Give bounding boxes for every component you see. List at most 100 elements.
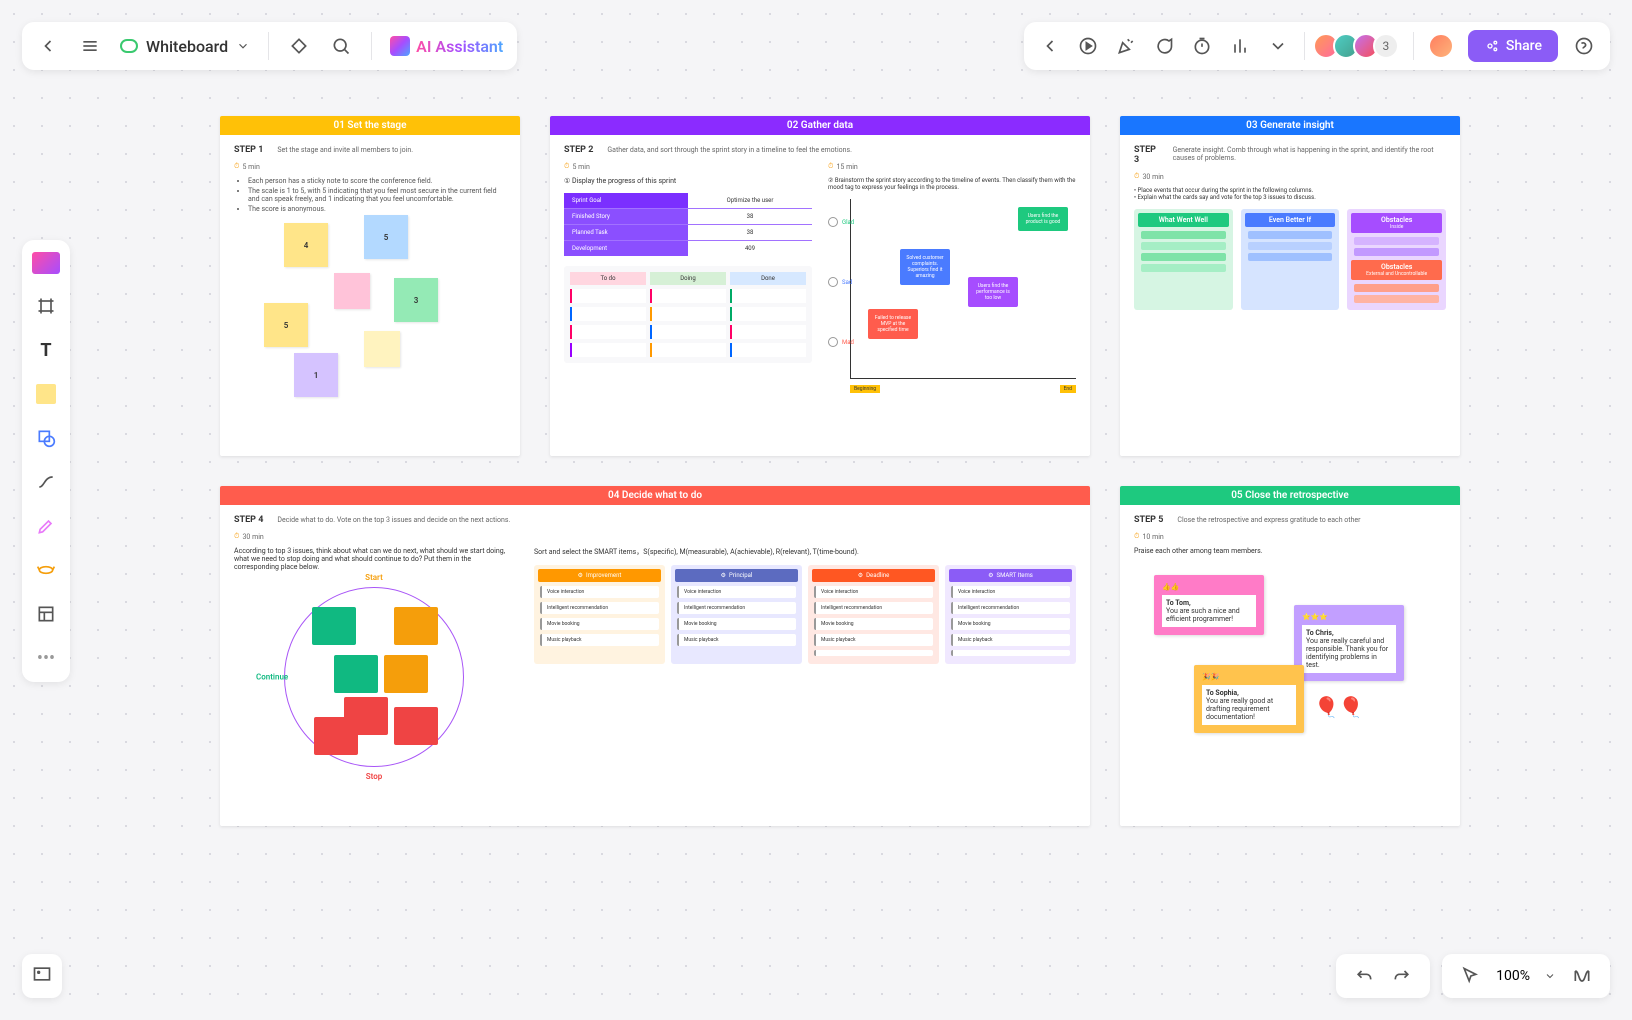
divider [371, 32, 372, 60]
balloons-icon: 🎈🎈 [1314, 695, 1364, 719]
fit-view-button[interactable] [1570, 964, 1594, 988]
text-tool[interactable]: T [34, 338, 58, 362]
redo-button[interactable] [1390, 964, 1414, 988]
ai-assistant-button[interactable]: AI Assistant [390, 36, 503, 56]
cloud-sync-icon [120, 39, 138, 53]
timer-button[interactable] [1190, 34, 1214, 58]
instruction: ② Brainstorm the sprint story according … [828, 177, 1076, 191]
sticky-note[interactable]: 1 [294, 353, 338, 397]
step-desc: Decide what to do. Vote on the top 3 iss… [277, 516, 510, 524]
instruction: ① Display the progress of this sprint [564, 177, 812, 185]
menu-button[interactable] [78, 34, 102, 58]
more-button[interactable] [1266, 34, 1290, 58]
praise-note[interactable]: 👍👍To Tom,You are such a nice and efficie… [1154, 575, 1264, 635]
divider [1413, 32, 1414, 60]
bullets: Each person has a sticky note to score t… [234, 177, 506, 213]
whiteboard-canvas[interactable]: 01 Set the stage STEP 1 Set the stage and… [220, 116, 1492, 898]
time-tag: 30 min [1134, 172, 1164, 181]
time-tag: 5 min [234, 162, 260, 171]
sticky-note-area: 4 5 3 5 1 [234, 223, 506, 423]
stage-1-set-stage[interactable]: 01 Set the stage STEP 1 Set the stage and… [220, 116, 520, 456]
sticky-note-tool[interactable] [34, 382, 58, 406]
avatar-overflow: 3 [1373, 33, 1399, 59]
topbar-left-group: Whiteboard AI Assistant [22, 22, 517, 70]
sticky-note[interactable]: 3 [394, 278, 438, 322]
step-desc: Generate insight. Comb through what is h… [1173, 146, 1446, 162]
comment-button[interactable] [1152, 34, 1176, 58]
step-desc: Set the stage and invite all members to … [277, 146, 413, 154]
time-tag: 15 min [828, 162, 858, 171]
praise-note[interactable]: 🎉🎉To Sophia,You are really good at draft… [1194, 665, 1304, 733]
stage-2-gather-data[interactable]: 02 Gather data STEP 2 Gather data, and so… [550, 116, 1090, 456]
sprint-table: Sprint GoalOptimize the user Finished St… [564, 193, 812, 256]
history-back-icon[interactable] [1038, 34, 1062, 58]
start-stop-continue-circle: Start Stop Continue [274, 577, 474, 777]
time-tag: 30 min [234, 532, 264, 541]
chevron-down-icon [1544, 970, 1556, 982]
share-button[interactable]: Share [1468, 30, 1558, 62]
time-tag: 10 min [1134, 532, 1164, 541]
left-tool-palette: T ••• [22, 240, 70, 682]
smart-instruction: Sort and select the SMART items，S(specif… [534, 547, 1076, 557]
current-user-avatar[interactable] [1428, 33, 1454, 59]
sticky-note[interactable] [364, 331, 400, 367]
step-label: STEP 1 [234, 145, 263, 155]
search-button[interactable] [329, 34, 353, 58]
praise-note[interactable]: ⭐⭐⭐To Chris,You are really careful and r… [1294, 605, 1404, 681]
stage-4-header: 04 Decide what to do [220, 486, 1090, 505]
stage-3-generate-insight[interactable]: 03 Generate insight STEP 3 Generate insig… [1120, 116, 1460, 456]
sticky-note[interactable] [334, 273, 370, 309]
undo-button[interactable] [1352, 964, 1376, 988]
back-button[interactable] [36, 34, 60, 58]
sticky-note[interactable]: 5 [264, 303, 308, 347]
chart-button[interactable] [1228, 34, 1252, 58]
stage-1-header: 01 Set the stage [220, 116, 520, 135]
mood-timeline-chart: Glad Sad Mad Users find the product is g… [828, 199, 1076, 399]
more-tools[interactable]: ••• [34, 646, 58, 670]
divider [268, 32, 269, 60]
stage-5-close[interactable]: 05 Close the retrospective STEP 5Close t… [1120, 486, 1460, 826]
stage-3-header: 03 Generate insight [1120, 116, 1460, 135]
frame-tool[interactable] [34, 294, 58, 318]
shape-tool[interactable] [34, 426, 58, 450]
instruction: According to top 3 issues, think about w… [234, 547, 514, 571]
insight-columns: What Went Well Even Better If ObstaclesI… [1134, 209, 1446, 310]
bottom-right-toolbar: 100% [1336, 954, 1610, 998]
smart-columns: ImprovementVoice interactionIntelligent … [534, 565, 1076, 664]
template-tool[interactable] [34, 602, 58, 626]
sticky-note[interactable]: 4 [284, 223, 328, 267]
ai-logo-icon [390, 36, 410, 56]
step-desc: Close the retrospective and express grat… [1177, 516, 1360, 524]
collaborator-avatars[interactable]: 3 [1319, 33, 1399, 59]
help-button[interactable] [1572, 34, 1596, 58]
pointer-tool[interactable] [1458, 964, 1482, 988]
step-label: STEP 4 [234, 515, 263, 525]
step-label: STEP 3 [1134, 145, 1159, 165]
sticky-note[interactable]: 5 [364, 215, 408, 259]
tag-button[interactable] [287, 34, 311, 58]
stage-5-header: 05 Close the retrospective [1120, 486, 1460, 505]
ai-assistant-label: AI Assistant [416, 37, 503, 56]
select-tool[interactable] [32, 252, 60, 274]
document-title-selector[interactable]: Whiteboard [120, 37, 250, 56]
stage-2-header: 02 Gather data [550, 116, 1090, 135]
minimap-button[interactable] [22, 954, 62, 998]
topbar-right-group: 3 Share [1024, 22, 1610, 70]
kanban-board: To doDoingDone [564, 266, 812, 363]
mindmap-tool[interactable] [34, 558, 58, 582]
step-desc: Gather data, and sort through the sprint… [607, 146, 852, 154]
celebrate-button[interactable] [1114, 34, 1138, 58]
divider [1304, 32, 1305, 60]
instruction: Praise each other among team members. [1134, 547, 1446, 555]
pen-tool[interactable] [34, 514, 58, 538]
time-tag: 5 min [564, 162, 590, 171]
share-label: Share [1506, 38, 1542, 54]
play-button[interactable] [1076, 34, 1100, 58]
connector-tool[interactable] [34, 470, 58, 494]
step-label: STEP 2 [564, 145, 593, 155]
top-toolbar: Whiteboard AI Assistant 3 Share [22, 22, 1610, 70]
praise-notes-area: 👍👍To Tom,You are such a nice and efficie… [1134, 565, 1446, 765]
stage-4-decide[interactable]: 04 Decide what to do STEP 4 Decide what t… [220, 486, 1090, 826]
doc-title-label: Whiteboard [146, 37, 228, 56]
zoom-level[interactable]: 100% [1496, 968, 1530, 984]
